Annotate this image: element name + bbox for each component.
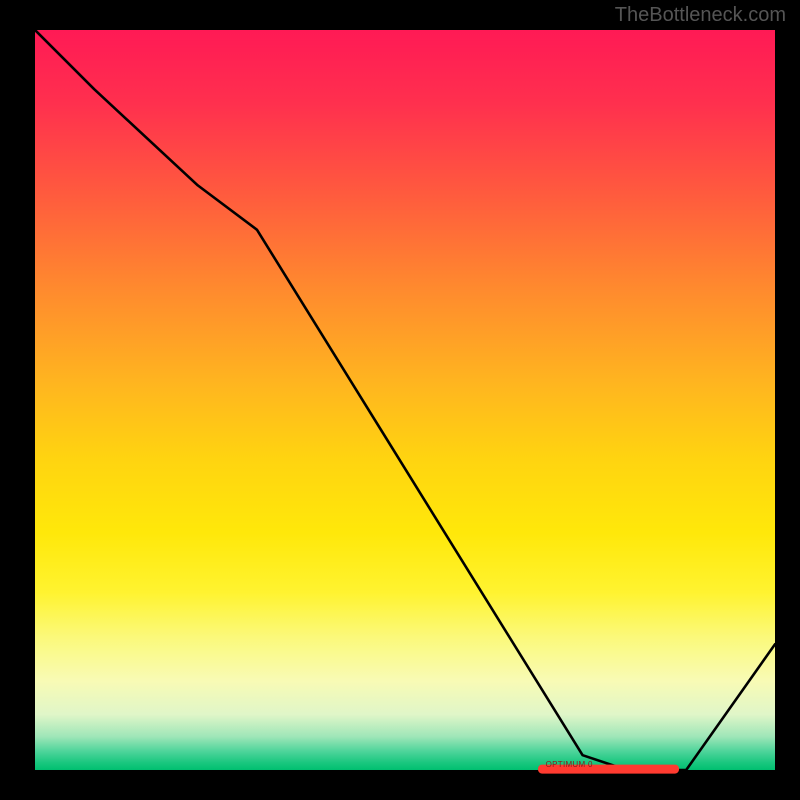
chart-plot-area: OPTIMUM 0 <box>35 30 775 770</box>
watermark-text: TheBottleneck.com <box>615 4 786 27</box>
bottleneck-curve <box>35 30 775 770</box>
optimum-marker-label: OPTIMUM 0 <box>546 760 593 769</box>
